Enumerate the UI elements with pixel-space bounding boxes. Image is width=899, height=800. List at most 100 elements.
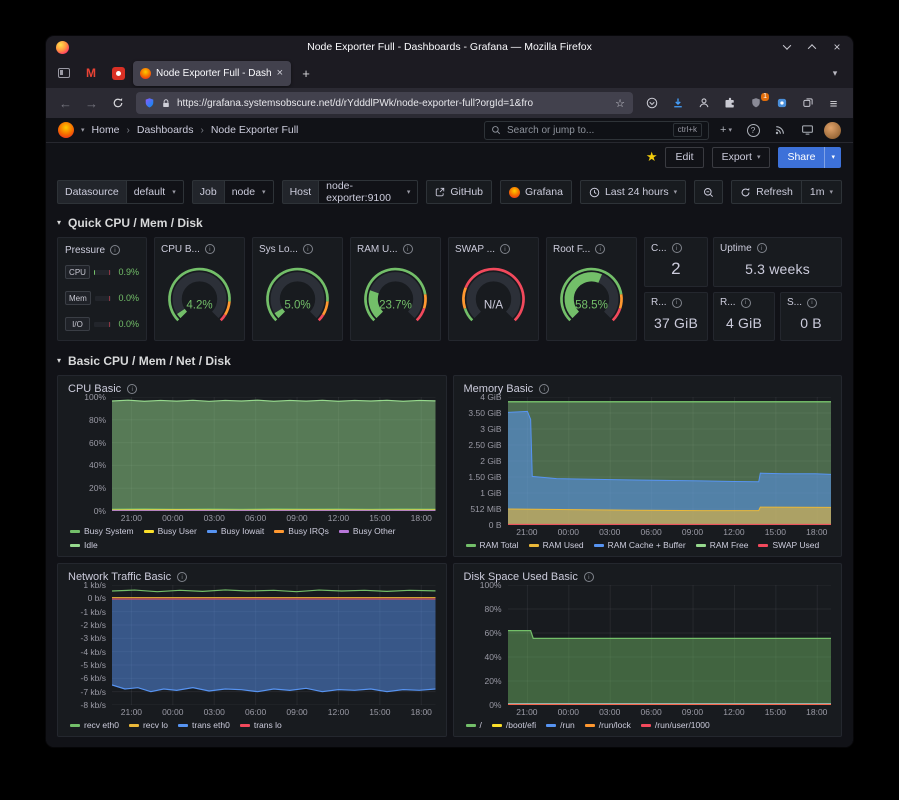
- legend-item[interactable]: Busy IRQs: [274, 525, 329, 538]
- host-value[interactable]: node-exporter:9100▾: [318, 180, 418, 204]
- legend-item[interactable]: Busy System: [70, 525, 134, 538]
- reload-button[interactable]: [105, 92, 130, 115]
- new-menu-button[interactable]: +▾: [716, 120, 736, 140]
- job-label: Job: [192, 180, 224, 204]
- menu-icon[interactable]: ≡: [821, 92, 846, 115]
- legend-item[interactable]: trans eth0: [178, 719, 230, 732]
- legend-item[interactable]: Busy Other: [339, 525, 396, 538]
- help-button[interactable]: ?: [743, 120, 763, 140]
- chart-plot[interactable]: [508, 397, 832, 525]
- legend-item[interactable]: /: [466, 719, 482, 732]
- job-value[interactable]: node▾: [224, 180, 274, 204]
- pocket-icon[interactable]: [639, 92, 664, 115]
- share-button[interactable]: Share ▾: [778, 147, 841, 168]
- active-tab[interactable]: Node Exporter Full - Dashbo ×: [133, 61, 291, 86]
- legend-item[interactable]: Idle: [70, 539, 98, 552]
- legend-item[interactable]: RAM Used: [529, 539, 584, 552]
- info-icon[interactable]: i: [539, 384, 549, 394]
- row-basic-cpu-mem-net-disk[interactable]: ▾ Basic CPU / Mem / Net / Disk: [57, 351, 842, 371]
- datasource-picker[interactable]: Datasource default▾: [57, 180, 184, 204]
- datasource-value[interactable]: default▾: [126, 180, 184, 204]
- containers-icon[interactable]: [795, 92, 820, 115]
- info-icon[interactable]: i: [177, 572, 187, 582]
- row-quick-cpu-mem-disk[interactable]: ▾ Quick CPU / Mem / Disk: [57, 213, 842, 233]
- info-icon[interactable]: i: [757, 243, 767, 253]
- chart-plot[interactable]: [508, 585, 832, 705]
- panel-title: Root F...: [553, 244, 590, 255]
- url-bar[interactable]: https://grafana.systemsobscure.net/d/rYd…: [136, 92, 633, 114]
- chart-plot[interactable]: [112, 397, 436, 511]
- legend-item[interactable]: Busy Iowait: [207, 525, 264, 538]
- account-icon[interactable]: [691, 92, 716, 115]
- tracking-shield-icon[interactable]: [144, 97, 155, 109]
- edit-button[interactable]: Edit: [665, 147, 703, 168]
- lock-icon[interactable]: [161, 98, 171, 109]
- extension-ublock-icon[interactable]: 1: [743, 92, 768, 115]
- firefox-view-button[interactable]: [52, 61, 76, 85]
- info-icon[interactable]: i: [672, 243, 682, 253]
- legend-item[interactable]: SWAP Used: [758, 539, 819, 552]
- user-avatar[interactable]: [824, 122, 841, 139]
- legend-item[interactable]: /run/lock: [585, 719, 631, 732]
- extensions-icon[interactable]: [717, 92, 742, 115]
- time-range-picker[interactable]: Last 24 hours ▾: [580, 180, 686, 204]
- breadcrumb-home[interactable]: Home: [92, 124, 120, 136]
- chevron-down-icon: ▾: [407, 189, 411, 196]
- info-icon[interactable]: i: [127, 384, 137, 394]
- zoom-out-button[interactable]: [694, 180, 723, 204]
- info-icon[interactable]: i: [500, 244, 510, 254]
- legend-item[interactable]: RAM Total: [466, 539, 519, 552]
- info-icon[interactable]: i: [595, 244, 605, 254]
- info-icon[interactable]: i: [807, 298, 817, 308]
- legend-item[interactable]: /run: [546, 719, 575, 732]
- legend-item[interactable]: /boot/efi: [492, 719, 536, 732]
- export-button[interactable]: Export▾: [712, 147, 771, 168]
- legend-item[interactable]: Busy User: [144, 525, 197, 538]
- legend-item[interactable]: RAM Free: [696, 539, 749, 552]
- chart-plot[interactable]: [112, 585, 436, 705]
- info-icon[interactable]: i: [110, 245, 120, 255]
- org-switcher-caret-icon[interactable]: ▾: [81, 127, 85, 134]
- minimize-button[interactable]: [781, 41, 793, 53]
- legend-item[interactable]: RAM Cache + Buffer: [594, 539, 686, 552]
- legend-item[interactable]: recv eth0: [70, 719, 119, 732]
- info-icon[interactable]: i: [584, 572, 594, 582]
- share-dropdown-button[interactable]: ▾: [824, 147, 841, 168]
- refresh-interval-dropdown[interactable]: 1m ▾: [802, 180, 842, 204]
- legend-item[interactable]: recv lo: [129, 719, 168, 732]
- job-picker[interactable]: Job node▾: [192, 180, 274, 204]
- maximize-button[interactable]: [806, 41, 818, 53]
- pinned-tab-gmail[interactable]: M: [79, 61, 103, 85]
- x-axis: 21:0000:0003:0006:0009:0012:0015:0018:00: [112, 705, 436, 718]
- grafana-logo[interactable]: [58, 122, 74, 138]
- favorite-star-icon[interactable]: ★: [646, 149, 658, 165]
- grafana-link-button[interactable]: Grafana: [500, 180, 572, 204]
- pressure-label: Mem: [65, 291, 91, 305]
- news-button[interactable]: [770, 120, 790, 140]
- info-icon[interactable]: i: [205, 244, 215, 254]
- info-icon[interactable]: i: [672, 298, 682, 308]
- tab-close-icon[interactable]: ×: [276, 67, 284, 79]
- downloads-icon[interactable]: [665, 92, 690, 115]
- list-tabs-button[interactable]: ▾: [823, 61, 847, 85]
- host-picker[interactable]: Host node-exporter:9100▾: [282, 180, 419, 204]
- github-link-button[interactable]: GitHub: [426, 180, 492, 204]
- forward-button[interactable]: →: [79, 92, 104, 115]
- chevron-down-icon: ▾: [674, 189, 678, 196]
- pinned-tab-2[interactable]: [106, 61, 130, 85]
- refresh-button[interactable]: Refresh: [731, 180, 802, 204]
- info-icon[interactable]: i: [403, 244, 413, 254]
- search-input[interactable]: Search or jump to... ctrl+k: [484, 121, 709, 140]
- back-button[interactable]: ←: [53, 92, 78, 115]
- bookmark-star-icon[interactable]: ☆: [615, 97, 625, 110]
- breadcrumb-dashboards[interactable]: Dashboards: [137, 124, 194, 136]
- extension-blue-icon[interactable]: [769, 92, 794, 115]
- close-button[interactable]: ×: [831, 41, 843, 53]
- info-icon[interactable]: i: [741, 298, 751, 308]
- titlebar[interactable]: Node Exporter Full - Dashboards - Grafan…: [46, 36, 853, 58]
- legend-item[interactable]: /run/user/1000: [641, 719, 710, 732]
- legend-item[interactable]: trans lo: [240, 719, 282, 732]
- kiosk-button[interactable]: [797, 120, 817, 140]
- info-icon[interactable]: i: [303, 244, 313, 254]
- new-tab-button[interactable]: +: [294, 61, 318, 85]
